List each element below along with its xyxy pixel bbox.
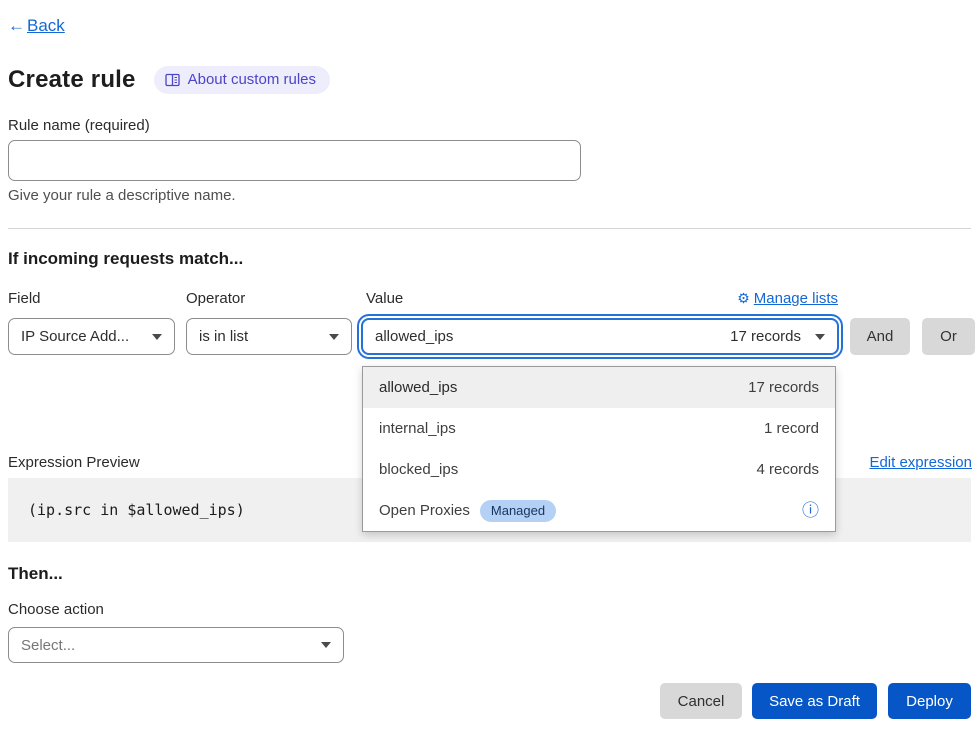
gear-icon: ⚙	[737, 290, 750, 307]
expression-preview-label: Expression Preview	[8, 454, 140, 471]
page-title: Create rule	[8, 66, 136, 94]
manage-lists-wrap: ⚙Manage lists	[366, 290, 838, 307]
info-icon[interactable]: ⓘ	[802, 502, 819, 519]
chevron-down-icon	[152, 334, 162, 340]
chevron-down-icon	[329, 334, 339, 340]
expression-code: (ip.src in $allowed_ips)	[28, 501, 245, 519]
or-button[interactable]: Or	[922, 318, 975, 355]
title-row: Create rule About custom rules	[8, 66, 330, 94]
value-select-records: 17 records	[730, 328, 801, 345]
list-record-count: 1 record	[764, 420, 819, 437]
deploy-button[interactable]: Deploy	[888, 683, 971, 719]
list-name: allowed_ips	[379, 379, 457, 396]
then-section-heading: Then...	[8, 564, 63, 584]
list-item-blocked-ips[interactable]: blocked_ips 4 records	[363, 449, 835, 490]
chevron-down-icon	[321, 642, 331, 648]
back-link[interactable]: ←Back	[8, 16, 65, 36]
choose-action-label: Choose action	[8, 601, 104, 618]
match-section-heading: If incoming requests match...	[8, 249, 243, 269]
save-as-draft-button[interactable]: Save as Draft	[752, 683, 877, 719]
section-divider	[8, 228, 971, 229]
operator-select[interactable]: is in list	[186, 318, 352, 355]
create-rule-page: ←Back Create rule About custom rules Rul…	[0, 0, 979, 739]
manage-lists-link[interactable]: Manage lists	[754, 290, 838, 307]
list-item-allowed-ips[interactable]: allowed_ips 17 records	[363, 367, 835, 408]
field-select-value: IP Source Add...	[21, 328, 152, 345]
rule-name-label: Rule name (required)	[8, 117, 150, 134]
list-item-open-proxies[interactable]: Open Proxies Managed ⓘ	[363, 490, 835, 531]
edit-expression-link[interactable]: Edit expression	[869, 454, 972, 471]
value-dropdown: allowed_ips 17 records internal_ips 1 re…	[362, 366, 836, 532]
operator-label: Operator	[186, 290, 245, 307]
list-name: Open Proxies	[379, 502, 470, 519]
and-button[interactable]: And	[850, 318, 910, 355]
managed-badge: Managed	[480, 500, 556, 522]
about-custom-rules-label: About custom rules	[188, 71, 316, 88]
value-select-value: allowed_ips	[375, 328, 730, 345]
list-record-count: 4 records	[756, 461, 819, 478]
list-name: internal_ips	[379, 420, 456, 437]
rule-name-input[interactable]	[8, 140, 581, 181]
list-name: blocked_ips	[379, 461, 458, 478]
about-custom-rules-link[interactable]: About custom rules	[154, 66, 330, 94]
cancel-button[interactable]: Cancel	[660, 683, 742, 719]
back-arrow-icon: ←	[8, 16, 25, 36]
back-label: Back	[27, 16, 65, 35]
rule-name-helper: Give your rule a descriptive name.	[8, 187, 236, 204]
operator-select-value: is in list	[199, 328, 329, 345]
book-icon	[165, 73, 180, 87]
field-select[interactable]: IP Source Add...	[8, 318, 175, 355]
chevron-down-icon	[815, 334, 825, 340]
value-select[interactable]: allowed_ips 17 records	[361, 318, 839, 355]
list-item-internal-ips[interactable]: internal_ips 1 record	[363, 408, 835, 449]
action-select-placeholder: Select...	[21, 637, 321, 654]
field-label: Field	[8, 290, 41, 307]
list-record-count: 17 records	[748, 379, 819, 396]
action-select[interactable]: Select...	[8, 627, 344, 663]
